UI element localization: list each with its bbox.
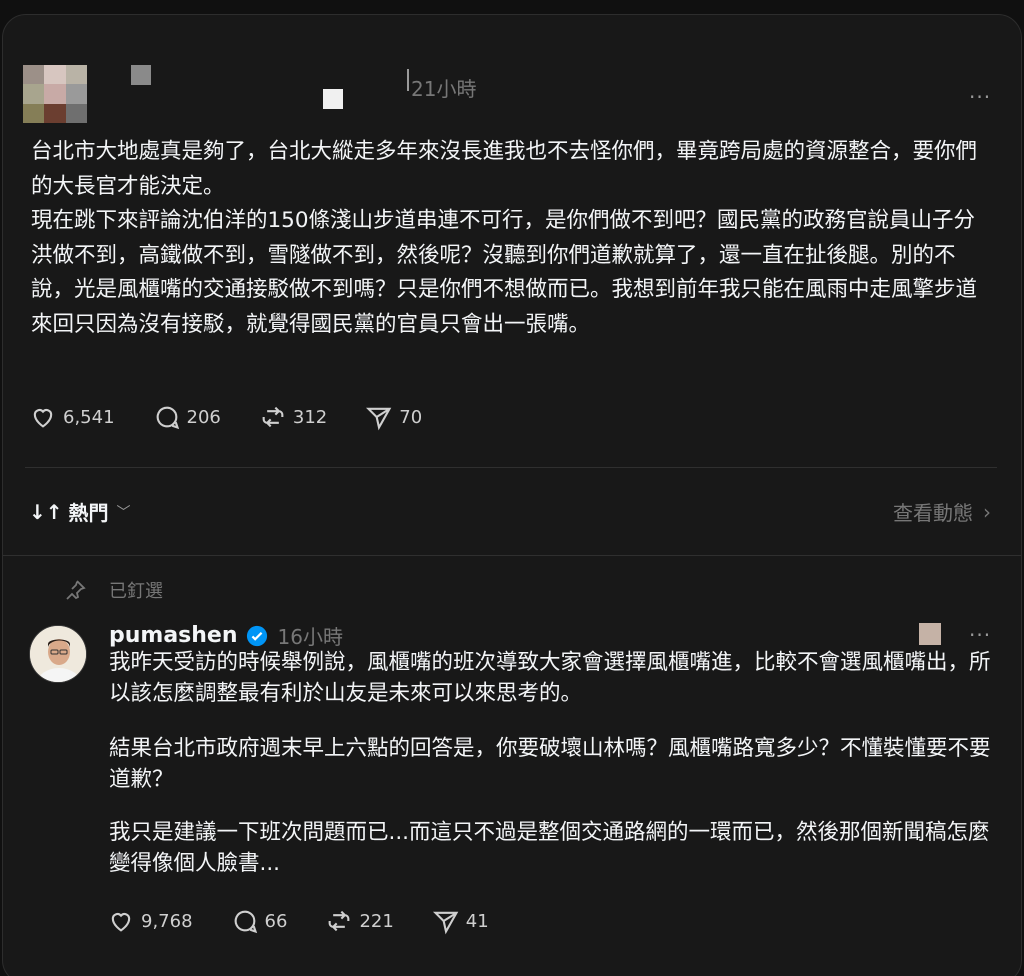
chevron-right-icon: › — [983, 499, 991, 524]
blurred-avatar[interactable] — [23, 65, 87, 123]
reply-paragraph: 結果台北市政府週末早上六點的回答是，你要破壞山林嗎？風櫃嘴路寬多少？不懂裝懂要不… — [109, 736, 991, 792]
reply-paragraph: 我只是建議一下班次問題而已...而這只不過是整個交通路網的一環而已，然後那個新聞… — [109, 820, 990, 876]
repost-icon — [262, 406, 284, 428]
reply-actions: 9,768 66 221 41 — [107, 907, 527, 935]
more-options-button[interactable]: ··· — [969, 85, 991, 109]
avatar-portrait — [30, 626, 86, 682]
heart-icon — [111, 913, 131, 932]
comment-count: 66 — [264, 910, 288, 932]
comment-count: 206 — [186, 406, 221, 428]
sort-dropdown[interactable]: ↓↑ 熱門 ﹀ — [29, 497, 131, 526]
repost-count: 221 — [359, 910, 394, 932]
reply-paragraph: 我昨天受訪的時候舉例說，風櫃嘴的班次導致大家會選擇風櫃嘴進，比較不會選風櫃嘴出，… — [109, 650, 991, 706]
blurred-element — [919, 623, 941, 645]
heart-icon — [33, 409, 53, 428]
reply-more-options-button[interactable]: ··· — [969, 623, 991, 647]
like-count: 6,541 — [63, 406, 115, 428]
comment-button[interactable]: 206 — [153, 403, 221, 431]
repost-icon — [329, 910, 350, 932]
repost-button[interactable]: 221 — [325, 907, 394, 935]
chevron-down-icon: ﹀ — [116, 504, 131, 521]
verified-badge-icon — [246, 625, 267, 646]
reply-header: pumashen 16小時 — [109, 621, 343, 650]
like-button[interactable]: 9,768 — [107, 907, 193, 935]
share-count: 41 — [465, 910, 489, 932]
blurred-username[interactable] — [131, 65, 151, 85]
sort-label: 熱門 — [68, 501, 109, 525]
username-link[interactable]: pumashen — [109, 623, 238, 648]
pin-icon — [66, 580, 86, 600]
post-paragraph: 台北市大地處真是夠了，台北大縱走多年來沒長進我也不去怪你們，畢竟跨局處的資源整合… — [31, 139, 978, 199]
repost-button[interactable]: 312 — [259, 403, 327, 431]
share-button[interactable]: 70 — [365, 403, 422, 431]
comment-button[interactable]: 66 — [231, 907, 288, 935]
blurred-badge — [323, 89, 343, 109]
post-paragraph: 現在跳下來評論沈伯洋的150條淺山步道串連不可行，是你們做不到吧？國民黨的政務官… — [31, 208, 978, 337]
share-button[interactable]: 41 — [432, 907, 489, 935]
like-count: 9,768 — [141, 910, 193, 932]
view-activity-label: 查看動態 — [893, 501, 973, 525]
share-count: 70 — [399, 406, 423, 428]
repost-count: 312 — [292, 406, 328, 428]
pinned-indicator: 已釘選 — [63, 577, 163, 603]
comment-icon — [234, 910, 257, 934]
reply-time[interactable]: 16小時 — [278, 621, 343, 650]
post-time[interactable]: 21小時 — [411, 73, 476, 102]
send-icon — [432, 911, 459, 935]
view-activity-link[interactable]: 查看動態 › — [893, 497, 991, 526]
like-button[interactable]: 6,541 — [29, 403, 115, 431]
post-actions: 6,541 206 312 70 — [29, 403, 460, 431]
divider — [25, 467, 997, 468]
divider — [3, 555, 1021, 556]
text-cursor — [407, 69, 409, 91]
avatar[interactable] — [29, 625, 87, 683]
thread-card: 21小時 ··· 台北市大地處真是夠了，台北大縱走多年來沒長進我也不去怪你們，畢… — [2, 14, 1022, 976]
comment-icon — [156, 406, 179, 430]
sort-arrows-icon: ↓↑ — [29, 499, 63, 524]
post-body: 台北市大地處真是夠了，台北大縱走多年來沒長進我也不去怪你們，畢竟跨局處的資源整合… — [31, 135, 993, 342]
pinned-label: 已釘選 — [109, 581, 163, 602]
send-icon — [366, 407, 392, 431]
